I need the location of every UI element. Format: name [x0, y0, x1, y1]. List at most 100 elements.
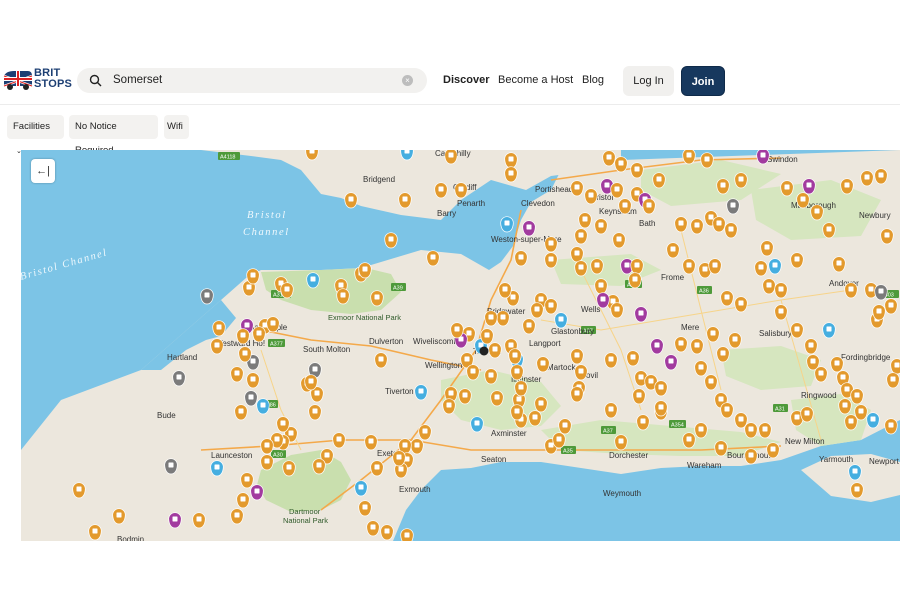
attraction-pin-icon[interactable] — [554, 312, 568, 329]
campsite-pin-icon[interactable] — [304, 374, 318, 391]
campsite-pin-icon[interactable] — [240, 472, 254, 489]
campsite-pin-icon[interactable] — [850, 482, 864, 499]
campsite-pin-icon[interactable] — [570, 180, 584, 197]
campsite-pin-icon[interactable] — [312, 458, 326, 475]
campsite-pin-icon[interactable] — [392, 450, 406, 467]
farm-pin-icon[interactable] — [756, 150, 770, 165]
campsite-pin-icon[interactable] — [654, 380, 668, 397]
campsite-pin-icon[interactable] — [398, 192, 412, 209]
campsite-pin-icon[interactable] — [578, 212, 592, 229]
campsite-pin-icon[interactable] — [260, 454, 274, 471]
campsite-pin-icon[interactable] — [610, 302, 624, 319]
campsite-pin-icon[interactable] — [574, 228, 588, 245]
campsite-pin-icon[interactable] — [366, 520, 380, 537]
campsite-pin-icon[interactable] — [724, 222, 738, 239]
campsite-pin-icon[interactable] — [652, 172, 666, 189]
campsite-pin-icon[interactable] — [400, 528, 414, 541]
campsite-pin-icon[interactable] — [642, 198, 656, 215]
campsite-pin-icon[interactable] — [442, 398, 456, 415]
campsite-pin-icon[interactable] — [838, 398, 852, 415]
join-button[interactable]: Join — [681, 66, 725, 96]
campsite-pin-icon[interactable] — [700, 152, 714, 169]
map-view[interactable]: A4118 A3123 A39 A377 A386 A30 A37 A361 A… — [21, 150, 900, 541]
attraction-pin-icon[interactable] — [866, 412, 880, 429]
campsite-pin-icon[interactable] — [504, 152, 518, 169]
campsite-pin-icon[interactable] — [654, 400, 668, 417]
campsite-pin-icon[interactable] — [704, 374, 718, 391]
campsite-pin-icon[interactable] — [212, 320, 226, 337]
campsite-pin-icon[interactable] — [344, 192, 358, 209]
campsite-pin-icon[interactable] — [760, 240, 774, 257]
campsite-pin-icon[interactable] — [260, 438, 274, 455]
brand-logo[interactable]: BRIT STOPS — [2, 68, 72, 94]
campsite-pin-icon[interactable] — [570, 386, 584, 403]
campsite-pin-icon[interactable] — [800, 406, 814, 423]
campsite-pin-icon[interactable] — [510, 364, 524, 381]
campsite-pin-icon[interactable] — [410, 438, 424, 455]
campsite-pin-icon[interactable] — [558, 418, 572, 435]
campsite-pin-icon[interactable] — [252, 326, 266, 343]
attraction-pin-icon[interactable] — [470, 416, 484, 433]
campsite-pin-icon[interactable] — [364, 434, 378, 451]
nav-discover[interactable]: Discover — [443, 74, 489, 86]
farm-pin-icon[interactable] — [802, 178, 816, 195]
campsite-pin-icon[interactable] — [822, 222, 836, 239]
parking-pin-icon[interactable] — [172, 370, 186, 387]
farm-pin-icon[interactable] — [650, 338, 664, 355]
campsite-pin-icon[interactable] — [498, 282, 512, 299]
campsite-pin-icon[interactable] — [694, 360, 708, 377]
attraction-pin-icon[interactable] — [354, 480, 368, 497]
attraction-pin-icon[interactable] — [414, 384, 428, 401]
farm-pin-icon[interactable] — [250, 484, 264, 501]
campsite-pin-icon[interactable] — [860, 170, 874, 187]
campsite-pin-icon[interactable] — [618, 198, 632, 215]
parking-pin-icon[interactable] — [244, 390, 258, 407]
attraction-pin-icon[interactable] — [822, 322, 836, 339]
campsite-pin-icon[interactable] — [246, 372, 260, 389]
filter-facilities[interactable]: Facilities ⌄ — [7, 115, 64, 155]
campsite-pin-icon[interactable] — [536, 356, 550, 373]
campsite-pin-icon[interactable] — [358, 500, 372, 517]
campsite-pin-icon[interactable] — [734, 172, 748, 189]
campsite-pin-icon[interactable] — [570, 246, 584, 263]
farm-pin-icon[interactable] — [522, 220, 536, 237]
campsite-pin-icon[interactable] — [280, 282, 294, 299]
campsite-pin-icon[interactable] — [380, 524, 394, 541]
campsite-pin-icon[interactable] — [610, 182, 624, 199]
campsite-pin-icon[interactable] — [844, 414, 858, 431]
campsite-pin-icon[interactable] — [544, 236, 558, 253]
login-button[interactable]: Log In — [623, 66, 674, 96]
campsite-pin-icon[interactable] — [720, 402, 734, 419]
campsite-pin-icon[interactable] — [522, 318, 536, 335]
campsite-pin-icon[interactable] — [426, 250, 440, 267]
campsite-pin-icon[interactable] — [682, 432, 696, 449]
parking-pin-icon[interactable] — [874, 284, 888, 301]
campsite-pin-icon[interactable] — [840, 178, 854, 195]
campsite-pin-icon[interactable] — [632, 388, 646, 405]
campsite-pin-icon[interactable] — [728, 332, 742, 349]
campsite-pin-icon[interactable] — [112, 508, 126, 525]
campsite-pin-icon[interactable] — [514, 380, 528, 397]
campsite-pin-icon[interactable] — [682, 258, 696, 275]
campsite-pin-icon[interactable] — [796, 192, 810, 209]
campsite-pin-icon[interactable] — [72, 482, 86, 499]
campsite-pin-icon[interactable] — [246, 268, 260, 285]
campsite-pin-icon[interactable] — [884, 418, 898, 435]
attraction-pin-icon[interactable] — [768, 258, 782, 275]
campsite-pin-icon[interactable] — [574, 260, 588, 277]
campsite-pin-icon[interactable] — [336, 288, 350, 305]
farm-pin-icon[interactable] — [634, 306, 648, 323]
campsite-pin-icon[interactable] — [488, 342, 502, 359]
collapse-panel-button[interactable]: ←| — [31, 159, 55, 183]
campsite-pin-icon[interactable] — [790, 252, 804, 269]
campsite-pin-icon[interactable] — [708, 258, 722, 275]
campsite-pin-icon[interactable] — [276, 416, 290, 433]
campsite-pin-icon[interactable] — [590, 258, 604, 275]
clear-search-icon[interactable]: × — [402, 75, 413, 86]
campsite-pin-icon[interactable] — [780, 180, 794, 197]
campsite-pin-icon[interactable] — [694, 422, 708, 439]
filter-wifi[interactable]: Wifi — [164, 115, 189, 139]
campsite-pin-icon[interactable] — [552, 432, 566, 449]
nav-become-host[interactable]: Become a Host — [498, 74, 573, 86]
campsite-pin-icon[interactable] — [234, 404, 248, 421]
